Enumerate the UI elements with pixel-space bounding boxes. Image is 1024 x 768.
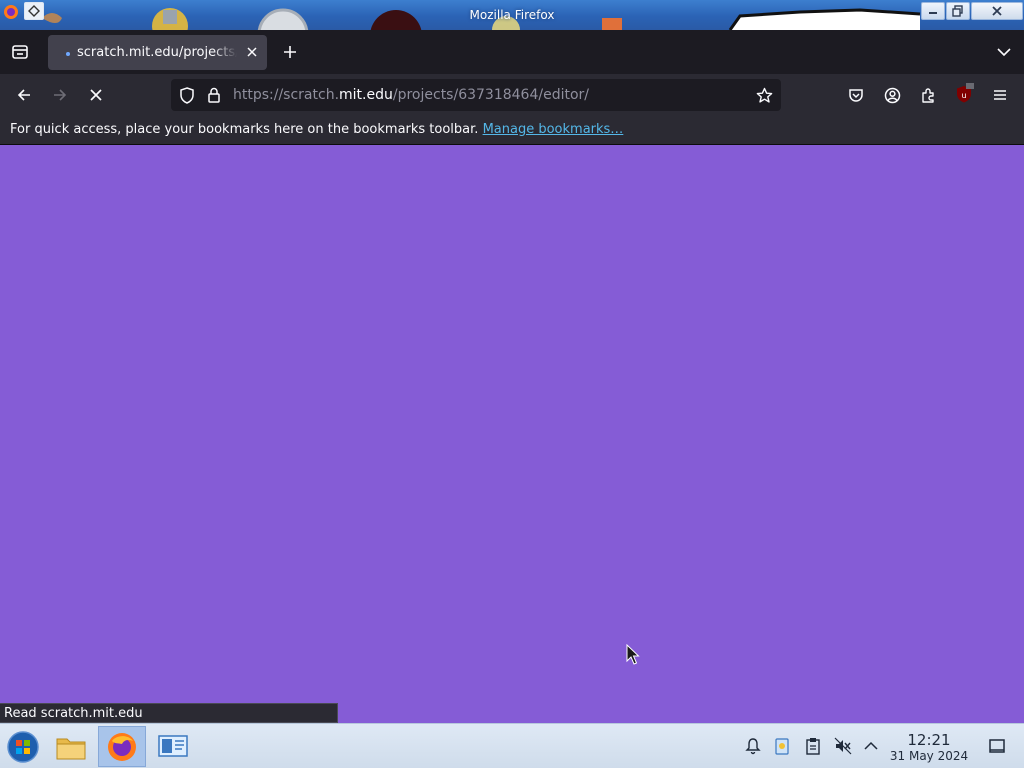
clipboard-icon[interactable] <box>804 737 822 755</box>
tab-loading-indicator <box>66 52 70 56</box>
url-prefix: https://scratch. <box>233 87 340 103</box>
bookmark-page-button[interactable] <box>754 86 774 104</box>
back-icon <box>17 89 30 101</box>
pocket-icon <box>849 89 863 102</box>
window-title: Mozilla Firefox <box>469 8 555 22</box>
list-all-tabs-icon <box>997 48 1011 57</box>
start-orb-icon <box>7 730 39 763</box>
stop-icon <box>90 89 102 101</box>
bookmarks-empty-text: For quick access, place your bookmarks h… <box>10 122 479 137</box>
url-text[interactable]: https://scratch.mit.edu/projects/6373184… <box>233 87 589 103</box>
maximize-button[interactable] <box>946 2 970 20</box>
minimize-icon <box>929 12 937 14</box>
firefox-icon <box>108 732 136 761</box>
clipboard-manager-icon[interactable] <box>773 737 791 755</box>
taskbar-system-settings[interactable] <box>150 726 196 767</box>
close-button[interactable] <box>971 2 1023 20</box>
pocket-button[interactable] <box>844 83 868 107</box>
bookmarks-toolbar: For quick access, place your bookmarks h… <box>0 116 1024 145</box>
url-path: /projects/637318464/editor/ <box>392 87 589 103</box>
menu-icon <box>994 90 1006 100</box>
svg-text:u: u <box>961 91 966 100</box>
system-settings-icon <box>158 734 188 757</box>
bookmarks-toolbar-message: For quick access, place your bookmarks h… <box>10 122 623 137</box>
page-content[interactable] <box>0 145 1024 723</box>
taskbar: 12:21 31 May 2024 <box>0 723 1024 768</box>
extensions-button[interactable] <box>916 83 940 107</box>
ublock-icon: u <box>957 83 974 103</box>
firefox-view-icon <box>12 45 28 59</box>
back-button[interactable] <box>12 83 36 107</box>
taskbar-file-manager[interactable] <box>48 726 94 767</box>
tab-title: scratch.mit.edu/projects/637318464/edito… <box>77 45 237 60</box>
tab-close-button[interactable] <box>245 45 259 59</box>
stop-button[interactable] <box>84 83 108 107</box>
taskbar-clock[interactable]: 12:21 31 May 2024 <box>886 731 972 764</box>
navigation-toolbar: https://scratch.mit.edu/projects/6373184… <box>0 74 1024 116</box>
list-all-tabs-button[interactable] <box>992 40 1016 64</box>
mouse-cursor-icon <box>626 644 640 665</box>
url-domain: mit.edu <box>339 87 393 103</box>
tab-close-icon <box>247 47 257 57</box>
account-icon <box>884 87 900 103</box>
extensions-icon <box>921 87 934 103</box>
forward-button[interactable] <box>48 83 72 107</box>
show-desktop-icon[interactable] <box>988 737 1006 755</box>
tab-strip: scratch.mit.edu/projects/637318464/edito… <box>0 30 1024 74</box>
lock-icon <box>208 87 220 103</box>
ublock-button[interactable]: u <box>952 81 976 107</box>
site-security-button[interactable] <box>204 86 224 104</box>
start-menu-button[interactable] <box>0 726 46 767</box>
clock-date: 31 May 2024 <box>889 749 969 763</box>
account-button[interactable] <box>880 83 904 107</box>
tray-expand-icon[interactable] <box>862 737 880 755</box>
close-icon <box>992 6 1002 16</box>
clock-time: 12:21 <box>907 731 951 749</box>
tracking-protection-button[interactable] <box>177 86 197 104</box>
app-menu-button[interactable] <box>988 83 1012 107</box>
volume-muted-icon[interactable] <box>834 737 852 755</box>
shield-icon <box>180 86 194 104</box>
window-titlebar[interactable]: Mozilla Firefox <box>0 0 1024 30</box>
new-tab-button[interactable] <box>278 40 302 64</box>
tab-scratch-editor[interactable]: scratch.mit.edu/projects/637318464/edito… <box>48 35 267 70</box>
file-manager-icon <box>56 738 86 759</box>
forward-icon <box>54 89 67 101</box>
maximize-icon <box>952 5 963 17</box>
notifications-icon[interactable] <box>744 737 762 755</box>
firefox-view-button[interactable] <box>8 40 32 64</box>
status-panel: Read scratch.mit.edu <box>0 703 338 723</box>
minimize-button[interactable] <box>921 2 945 20</box>
manage-bookmarks-link[interactable]: Manage bookmarks… <box>483 122 624 137</box>
bookmark-star-icon <box>756 87 772 103</box>
new-tab-icon <box>284 46 296 58</box>
taskbar-firefox[interactable] <box>98 726 146 767</box>
url-bar[interactable]: https://scratch.mit.edu/projects/6373184… <box>171 79 781 111</box>
